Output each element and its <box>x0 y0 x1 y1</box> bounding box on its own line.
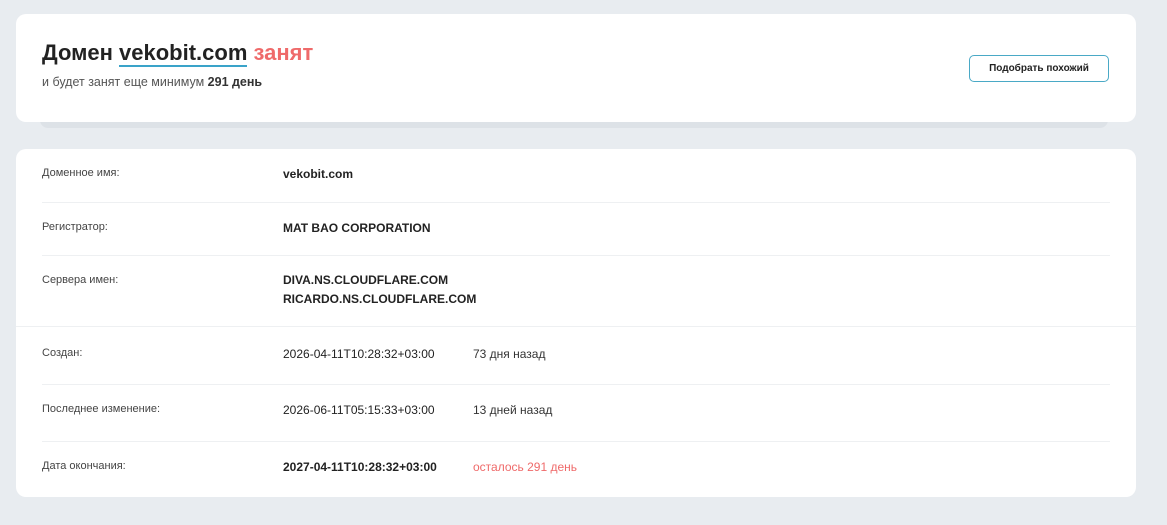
updated-value: 2026-06-11T05:15:33+03:00 <box>283 403 435 417</box>
domain-name-label: Доменное имя: <box>42 167 120 179</box>
status-subtitle: и будет занят еще минимум 291 день <box>42 75 262 89</box>
expires-remaining: осталось 291 день <box>473 460 578 474</box>
nameservers-value: DIVA.NS.CLOUDFLARE.COM RICARDO.NS.CLOUDF… <box>283 271 476 309</box>
domain-name-value: vekobit.com <box>283 167 354 181</box>
subtitle-days: 291 день <box>207 75 263 89</box>
registrar-value: MAT BAO CORPORATION <box>283 221 431 235</box>
row-created: Создан: 2026-04-11T10:28:32+03:00 73 дня… <box>42 327 1110 385</box>
row-expires: Дата окончания: 2027-04-11T10:28:32+03:0… <box>42 441 1110 497</box>
status-busy: занят <box>253 40 314 65</box>
page-title: Домен vekobit.com занят <box>42 40 314 67</box>
title-prefix: Домен <box>42 40 113 65</box>
whois-details-card: Доменное имя: vekobit.com Регистратор: M… <box>16 149 1136 497</box>
created-label: Создан: <box>42 347 83 359</box>
updated-ago: 13 дней назад <box>473 403 553 417</box>
row-domain-name: Доменное имя: vekobit.com <box>42 149 1110 203</box>
row-nameservers: Сервера имен: DIVA.NS.CLOUDFLARE.COM RIC… <box>16 255 1136 327</box>
domain-status-card: Домен vekobit.com занят и будет занят ещ… <box>16 14 1136 122</box>
expires-label: Дата окончания: <box>42 460 126 472</box>
updated-label: Последнее изменение: <box>42 403 161 415</box>
nameservers-label: Сервера имен: <box>42 274 119 286</box>
find-similar-button[interactable]: Подобрать похожий <box>969 55 1109 82</box>
row-registrar: Регистратор: MAT BAO CORPORATION <box>42 202 1110 256</box>
domain-link[interactable]: vekobit.com <box>119 40 248 67</box>
registrar-label: Регистратор: <box>42 221 108 233</box>
created-value: 2026-04-11T10:28:32+03:00 <box>283 347 435 361</box>
subtitle-prefix: и будет занят еще минимум <box>42 75 205 89</box>
nameserver-2: RICARDO.NS.CLOUDFLARE.COM <box>283 292 477 306</box>
expires-value: 2027-04-11T10:28:32+03:00 <box>283 460 437 474</box>
nameserver-1: DIVA.NS.CLOUDFLARE.COM <box>283 273 449 287</box>
created-ago: 73 дня назад <box>473 347 546 361</box>
row-updated: Последнее изменение: 2026-06-11T05:15:33… <box>42 384 1110 442</box>
